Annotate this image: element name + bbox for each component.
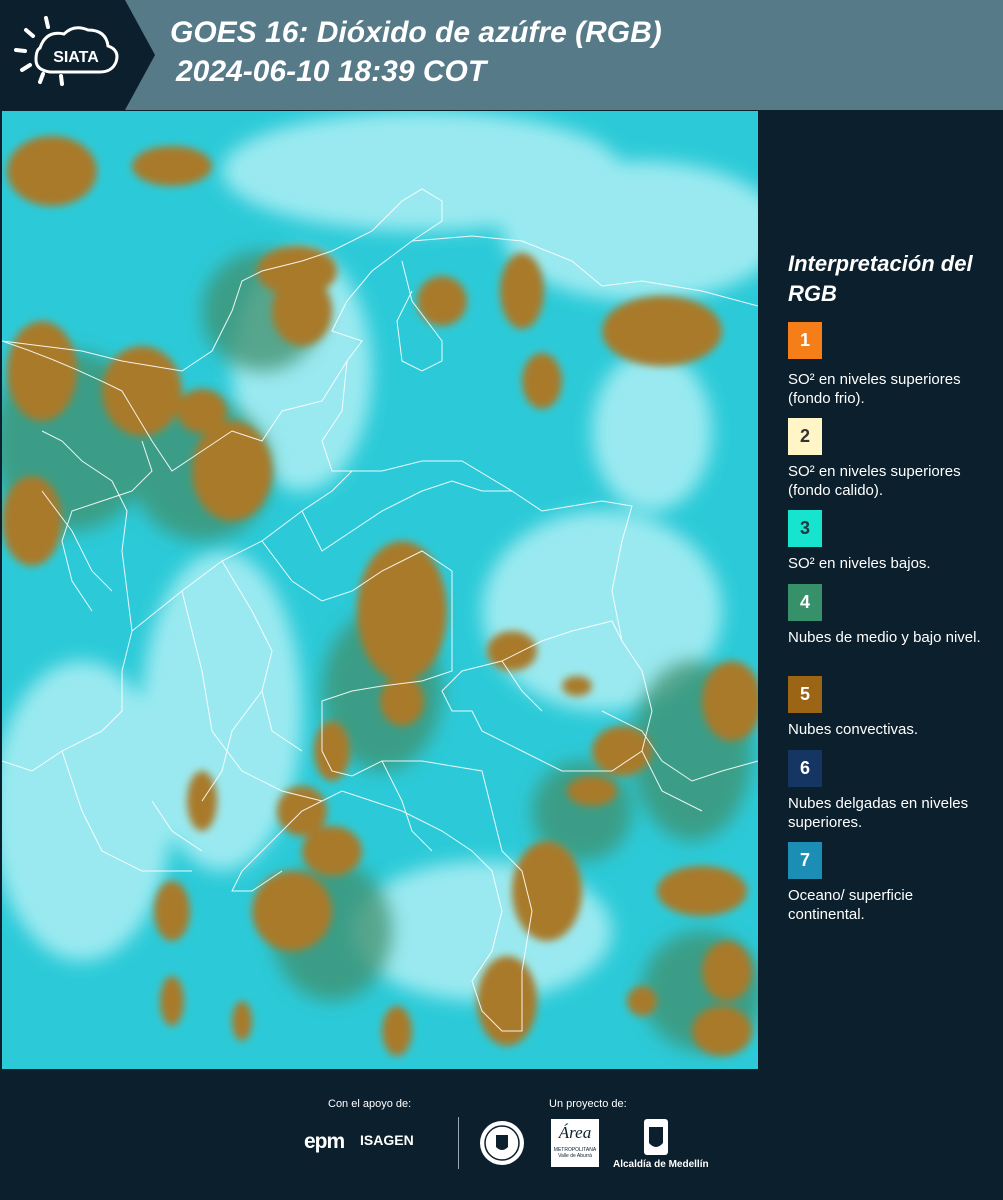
legend-swatch-7: 7 [788,842,822,879]
footer: Con el apoyo de: Un proyecto de: epm ISA… [0,1069,1003,1200]
legend-title: Interpretación del RGB [788,251,973,306]
epm-logo: epm [304,1130,345,1153]
footer-divider [458,1117,459,1169]
support-label: Con el apoyo de: [328,1098,412,1110]
legend-label-1: SO² en niveles superiores (fondo frio). [788,371,961,407]
legend-label-6: Nubes delgadas en niveles superiores. [788,795,969,831]
logo-badge: SIATA [0,0,155,110]
legend-label-4: Nubes de medio y bajo nivel. [788,629,981,646]
page-timestamp: 2024-06-10 18:39 COT [176,55,487,88]
legend-label-5: Nubes convectivas. [788,721,919,738]
logo-text: SIATA [53,49,99,66]
legend-label-7: Oceano/ superficie continental. [788,887,914,923]
page-title: GOES 16: Dióxido de azúfre (RGB) [170,16,662,49]
legend-swatch-6: 6 [788,750,822,787]
satellite-map [2,111,758,1069]
isagen-logo: ISAGEN [360,1132,414,1148]
legend-label-2: SO² en niveles superiores (fondo calido)… [788,463,961,499]
alcaldia-label: Alcaldía de Medellín [613,1159,709,1170]
area-metropolitana-logo: Área METROPOLITANA Valle de Aburrá [551,1119,599,1167]
header-bar: SIATA GOES 16: Dióxido de azúfre (RGB) 2… [0,0,1003,110]
legend-label-3: SO² en niveles bajos. [788,555,931,572]
legend-panel: Interpretación del RGB 1 SO² en niveles … [760,111,1003,1069]
alcaldia-shield-icon [644,1119,668,1155]
area-logo-name: Área [558,1123,592,1142]
medellin-seal-icon [480,1121,524,1165]
legend-swatch-3: 3 [788,510,822,547]
project-label: Un proyecto de: [549,1098,627,1110]
legend-swatch-5: 5 [788,676,822,713]
area-logo-subtitle2: Valle de Aburrá [558,1153,592,1159]
legend-swatch-2: 2 [788,418,822,455]
legend-swatch-4: 4 [788,584,822,621]
legend-swatch-1: 1 [788,322,822,359]
satellite-image [2,111,758,1069]
siata-logo: SIATA [0,0,155,110]
